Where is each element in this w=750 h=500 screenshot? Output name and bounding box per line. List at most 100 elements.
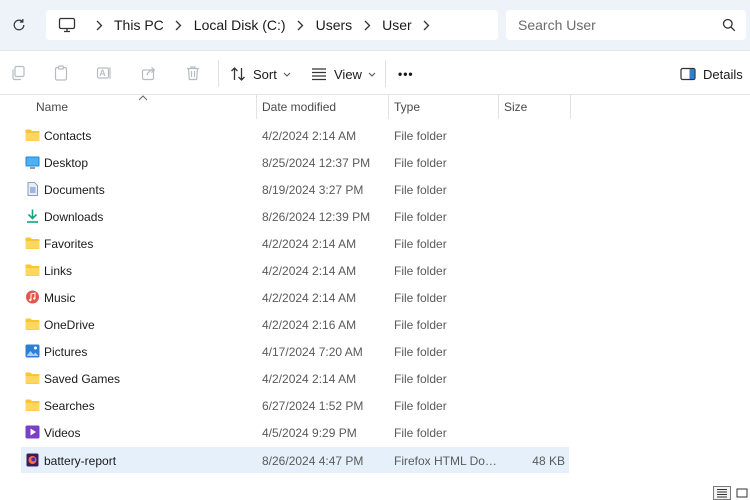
column-name[interactable]: Name <box>30 95 256 119</box>
file-row-links[interactable]: Links 4/2/2024 2:14 AM File folder <box>21 257 569 283</box>
toolbar-divider <box>385 60 386 87</box>
file-size: 48 KB <box>532 454 565 468</box>
file-row-favorites[interactable]: Favorites 4/2/2024 2:14 AM File folder <box>21 230 569 256</box>
folder-icon <box>25 318 40 330</box>
videos-folder-icon <box>25 425 40 439</box>
documents-folder-icon <box>27 182 38 196</box>
file-type: File folder <box>394 399 447 413</box>
file-date: 4/2/2024 2:14 AM <box>262 264 357 278</box>
file-name: Favorites <box>44 237 94 251</box>
tiles-view-button[interactable] <box>733 486 750 500</box>
file-row-music[interactable]: Music 4/2/2024 2:14 AM File folder <box>21 284 569 310</box>
share-icon[interactable] <box>140 64 158 82</box>
file-date: 4/2/2024 2:16 AM <box>262 318 357 332</box>
firefox-html-file-icon <box>26 453 39 467</box>
computer-icon <box>58 16 76 34</box>
command-bar: Sort View ••• Details <box>0 50 750 95</box>
file-date: 8/25/2024 12:37 PM <box>262 156 371 170</box>
more-options-button[interactable]: ••• <box>398 59 414 89</box>
column-divider[interactable] <box>570 95 571 119</box>
sort-button[interactable]: Sort <box>230 59 291 89</box>
file-row-onedrive[interactable]: OneDrive 4/2/2024 2:16 AM File folder <box>21 311 569 337</box>
file-type: File folder <box>394 156 447 170</box>
folder-icon <box>25 129 40 141</box>
file-row-pictures[interactable]: Pictures 4/17/2024 7:20 AM File folder <box>21 338 569 364</box>
file-name: OneDrive <box>44 318 95 332</box>
file-name: Documents <box>44 183 105 197</box>
address-bar: This PC Local Disk (C:) Users User <box>0 0 750 50</box>
file-row-documents[interactable]: Documents 8/19/2024 3:27 PM File folder <box>21 176 569 202</box>
file-type: File folder <box>394 264 447 278</box>
tiles-view-icon <box>736 488 748 498</box>
downloads-folder-icon <box>27 209 38 223</box>
chevron-right-icon[interactable] <box>360 17 374 33</box>
view-list-icon <box>312 68 326 81</box>
column-size[interactable]: Size <box>498 95 570 119</box>
file-type: File folder <box>394 372 447 386</box>
file-name: Searches <box>44 399 95 413</box>
music-folder-icon <box>26 290 39 304</box>
file-name: battery-report <box>44 454 117 468</box>
file-name: Downloads <box>44 210 104 224</box>
file-name: Desktop <box>44 156 89 170</box>
file-date: 4/5/2024 9:29 PM <box>262 426 357 440</box>
file-row-downloads[interactable]: Downloads 8/26/2024 12:39 PM File folder <box>21 203 569 229</box>
chevron-down-icon <box>368 72 376 77</box>
file-row-searches[interactable]: Searches 6/27/2024 1:52 PM File folder <box>21 392 569 418</box>
file-name: Contacts <box>44 129 92 143</box>
breadcrumb-users[interactable]: Users <box>316 17 353 33</box>
file-row-videos[interactable]: Videos 4/5/2024 9:29 PM File folder <box>21 419 569 445</box>
file-type: File folder <box>394 318 447 332</box>
search-input[interactable] <box>506 10 746 40</box>
file-date: 4/17/2024 7:20 AM <box>262 345 363 359</box>
file-row-battery-report[interactable]: battery-report 8/26/2024 4:47 PM Firefox… <box>21 447 569 473</box>
details-pane-icon <box>680 67 696 81</box>
sort-label: Sort <box>253 66 277 82</box>
file-date: 4/2/2024 2:14 AM <box>262 129 357 143</box>
file-type: File folder <box>394 210 447 224</box>
delete-icon[interactable] <box>184 64 202 82</box>
file-row-desktop[interactable]: Desktop 8/25/2024 12:37 PM File folder <box>21 149 569 175</box>
file-name: Videos <box>44 426 81 440</box>
desktop-folder-icon <box>25 156 40 169</box>
chevron-right-icon[interactable] <box>294 17 308 33</box>
folder-icon <box>25 264 40 276</box>
file-type: File folder <box>394 345 447 359</box>
search-box <box>506 10 746 40</box>
copy-icon[interactable] <box>9 64 27 82</box>
details-view-button[interactable] <box>713 486 731 500</box>
file-date: 8/26/2024 4:47 PM <box>262 454 364 468</box>
breadcrumb[interactable]: This PC Local Disk (C:) Users User <box>46 10 498 40</box>
file-row-saved-games[interactable]: Saved Games 4/2/2024 2:14 AM File folder <box>21 365 569 391</box>
file-row-contacts[interactable]: Contacts 4/2/2024 2:14 AM File folder <box>21 122 569 148</box>
file-name: Music <box>44 291 76 305</box>
breadcrumb-user[interactable]: User <box>382 17 412 33</box>
more-icon: ••• <box>398 67 414 81</box>
view-label: View <box>334 66 362 82</box>
column-type[interactable]: Type <box>388 95 498 119</box>
breadcrumb-local-disk[interactable]: Local Disk (C:) <box>194 17 286 33</box>
breadcrumb-this-pc[interactable]: This PC <box>114 17 164 33</box>
refresh-button[interactable] <box>8 14 30 36</box>
details-view-icon <box>717 489 727 498</box>
file-date: 8/26/2024 12:39 PM <box>262 210 371 224</box>
view-button[interactable]: View <box>311 59 376 89</box>
file-date: 4/2/2024 2:14 AM <box>262 372 357 386</box>
file-type: File folder <box>394 183 447 197</box>
file-type: File folder <box>394 291 447 305</box>
search-icon[interactable] <box>722 18 736 32</box>
chevron-right-icon[interactable] <box>92 17 106 33</box>
pictures-folder-icon <box>25 344 40 358</box>
paste-icon[interactable] <box>52 64 70 82</box>
sort-icon <box>231 67 245 81</box>
folder-icon <box>25 372 40 384</box>
chevron-right-icon[interactable] <box>172 17 186 33</box>
details-button[interactable]: Details <box>680 59 743 89</box>
file-type: File folder <box>394 237 447 251</box>
column-date-modified[interactable]: Date modified <box>256 95 388 119</box>
file-date: 8/19/2024 3:27 PM <box>262 183 364 197</box>
folder-icon <box>25 237 40 249</box>
chevron-right-icon[interactable] <box>420 17 434 33</box>
rename-icon[interactable] <box>95 64 113 82</box>
refresh-icon <box>13 19 25 31</box>
